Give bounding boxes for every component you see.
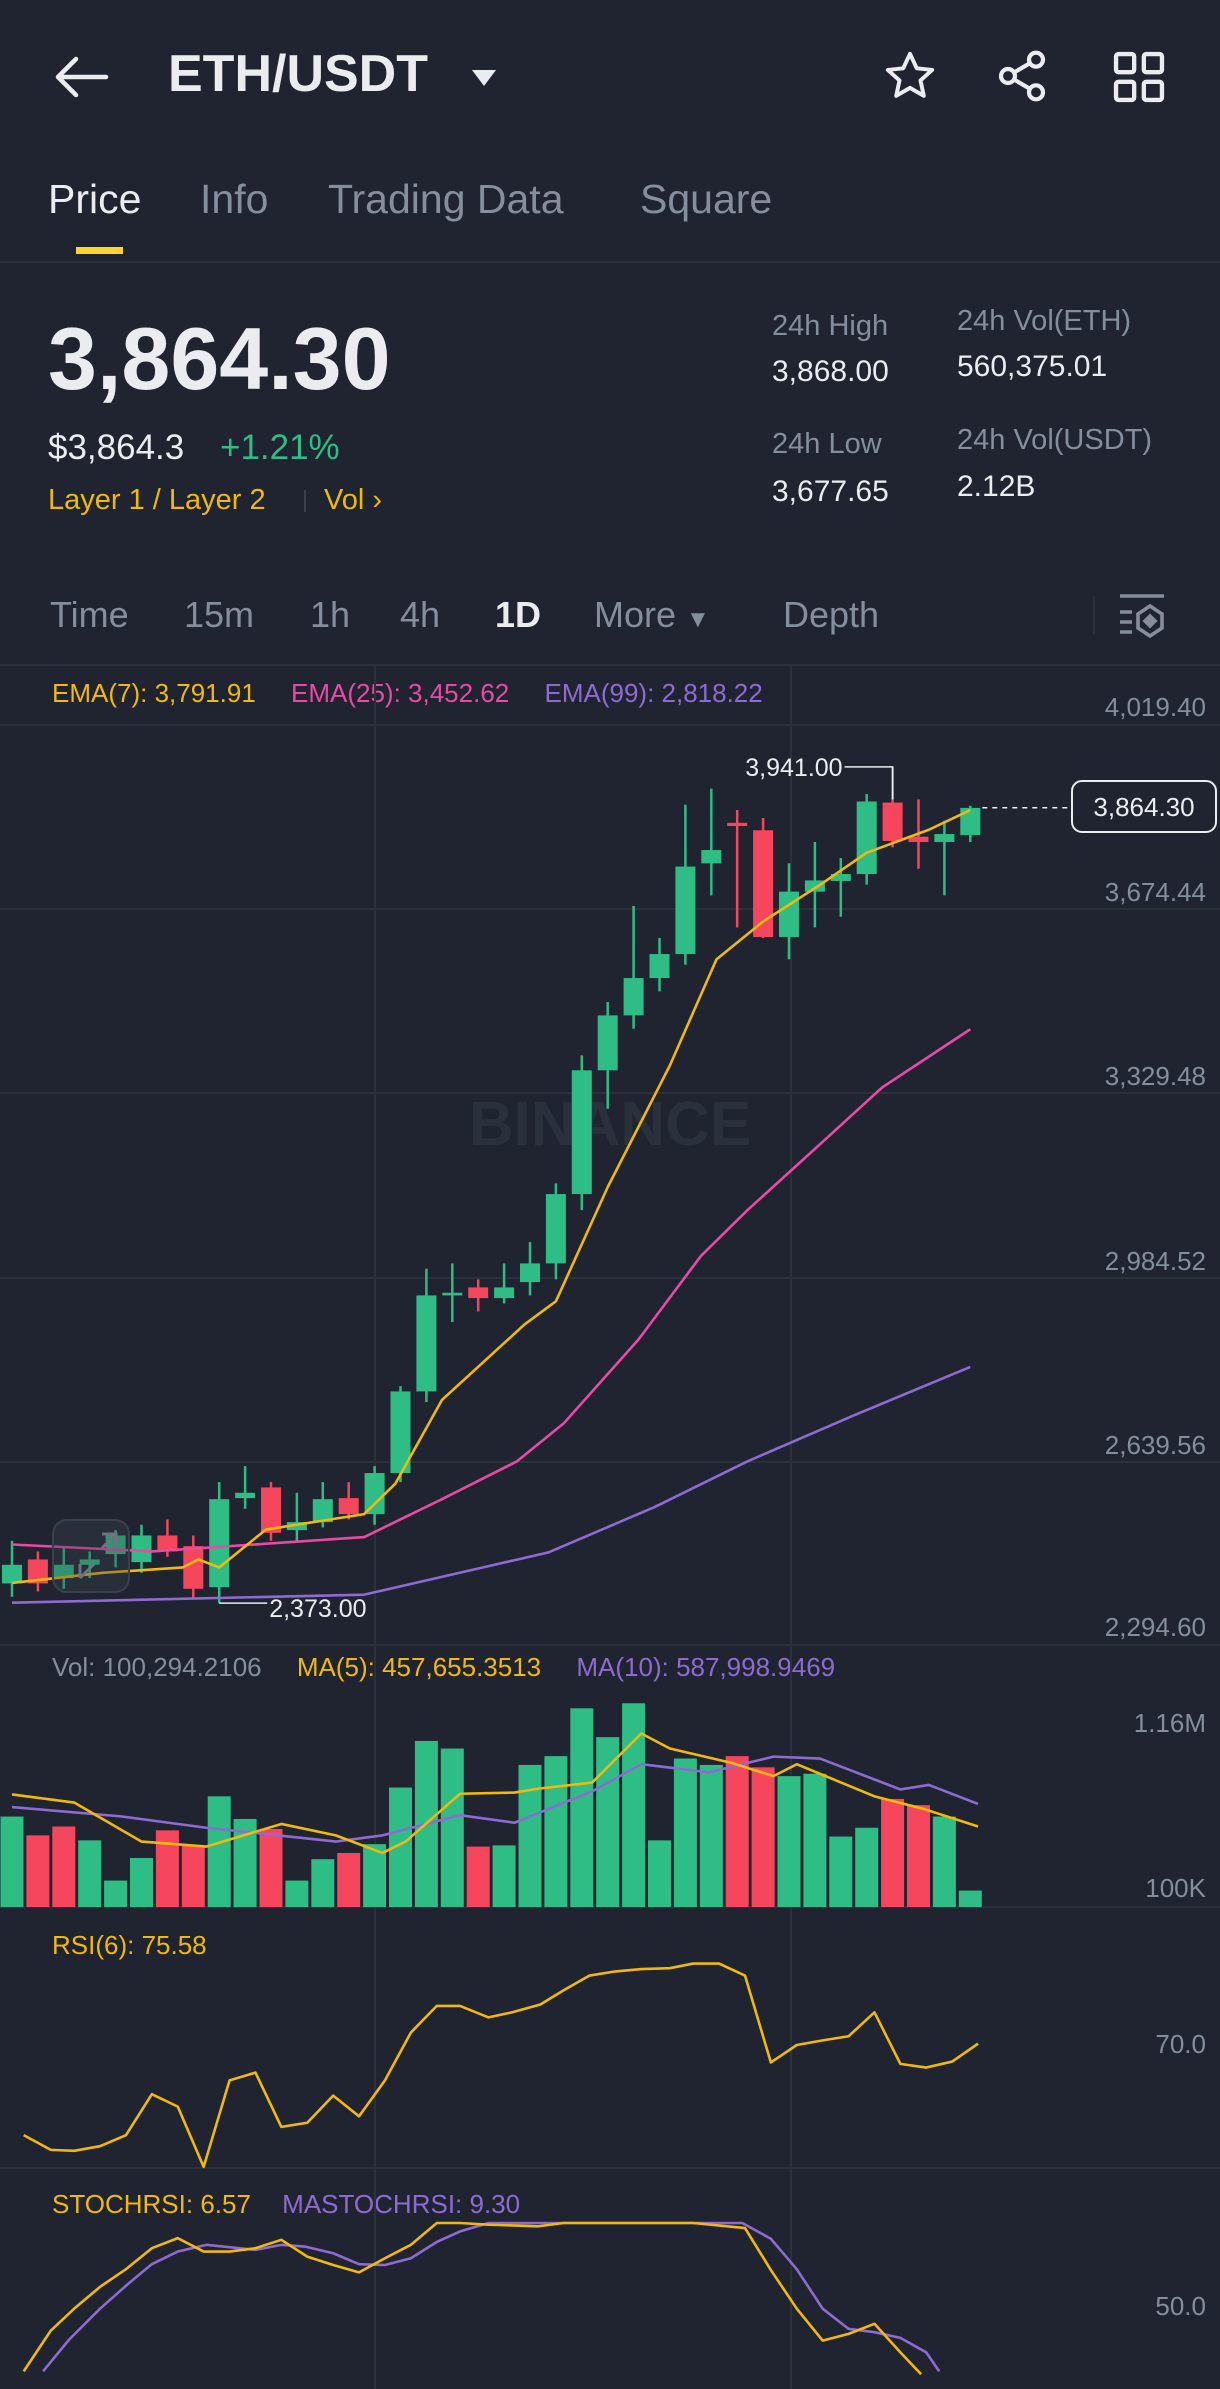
volume-bar: [0, 1816, 24, 1907]
candle-body: [545, 1194, 566, 1264]
candle-body: [779, 891, 799, 937]
volume-bar: [932, 1816, 956, 1907]
candle-body: [183, 1546, 204, 1589]
candle-body: [338, 1498, 359, 1515]
volume-bar: [518, 1764, 542, 1907]
ema99-line: [11, 1365, 971, 1604]
zoom-toggle-button[interactable]: [52, 1519, 130, 1593]
candle-body: [416, 1295, 437, 1392]
volume-bar: [596, 1737, 620, 1907]
volume-bar: [803, 1773, 827, 1907]
volume-bar: [104, 1880, 128, 1907]
watermark: BINANCE: [469, 1090, 751, 1159]
volume-ma10-line: [11, 1755, 979, 1843]
kline-chart[interactable]: BINANCE 3,941.00 2,373.00 3,864.30: [0, 0, 1220, 2389]
stochrsi-k-line: [22, 2221, 923, 2376]
candle-body: [571, 1070, 592, 1195]
candle-body: [209, 1499, 230, 1588]
candle-body: [934, 834, 955, 843]
candle-body: [882, 802, 903, 841]
low-marker-label: 2,373.00: [269, 1595, 366, 1623]
candle-body: [235, 1492, 256, 1499]
chart-marks: [0, 766, 1072, 2376]
volume-bar: [78, 1840, 102, 1907]
volume-bar: [492, 1845, 516, 1907]
high-marker-line: [844, 766, 894, 800]
volume-bar: [466, 1846, 490, 1907]
candle-body: [442, 1292, 463, 1296]
volume-bar: [181, 1845, 205, 1907]
stochrsi-d-line: [42, 2221, 941, 2373]
volume-bar: [648, 1840, 671, 1907]
candle-body: [364, 1473, 385, 1515]
volume-bar: [207, 1796, 231, 1907]
current-price-label: 3,864.30: [1093, 792, 1194, 822]
volume-bar: [829, 1836, 853, 1907]
volume-bar: [130, 1857, 153, 1907]
candle-body: [701, 850, 722, 864]
volume-bar: [725, 1756, 749, 1907]
volume-bar: [52, 1826, 76, 1907]
volume-bar: [285, 1880, 309, 1907]
candle-body: [520, 1263, 540, 1283]
candle-body: [856, 801, 877, 875]
candle-body: [2, 1564, 22, 1584]
volume-bar: [440, 1748, 464, 1907]
volume-bar: [699, 1764, 723, 1907]
candle-body: [623, 978, 644, 1016]
volume-bar: [26, 1835, 50, 1907]
volume-bar: [570, 1708, 594, 1907]
candle-body: [597, 1015, 618, 1071]
candle-body: [131, 1535, 152, 1563]
candle-body: [649, 954, 670, 979]
volume-bar: [958, 1890, 982, 1907]
candle-body: [261, 1487, 281, 1533]
candle-body: [675, 866, 696, 955]
volume-bar: [544, 1756, 568, 1907]
candle-body: [468, 1287, 489, 1299]
volume-bar: [907, 1805, 930, 1907]
volume-bar: [259, 1828, 283, 1907]
volume-bar: [881, 1798, 905, 1907]
volume-bar: [673, 1758, 697, 1907]
candle-body: [494, 1287, 515, 1299]
volume-bar: [777, 1776, 801, 1907]
volume-bar: [311, 1859, 335, 1907]
volume-bar: [855, 1827, 879, 1907]
high-marker-label: 3,941.00: [745, 754, 842, 782]
volume-bar: [751, 1767, 775, 1907]
rsi-line: [23, 1962, 979, 2169]
candle-body: [727, 822, 748, 827]
volume-bar: [337, 1852, 361, 1907]
ema7-line: [11, 808, 971, 1585]
